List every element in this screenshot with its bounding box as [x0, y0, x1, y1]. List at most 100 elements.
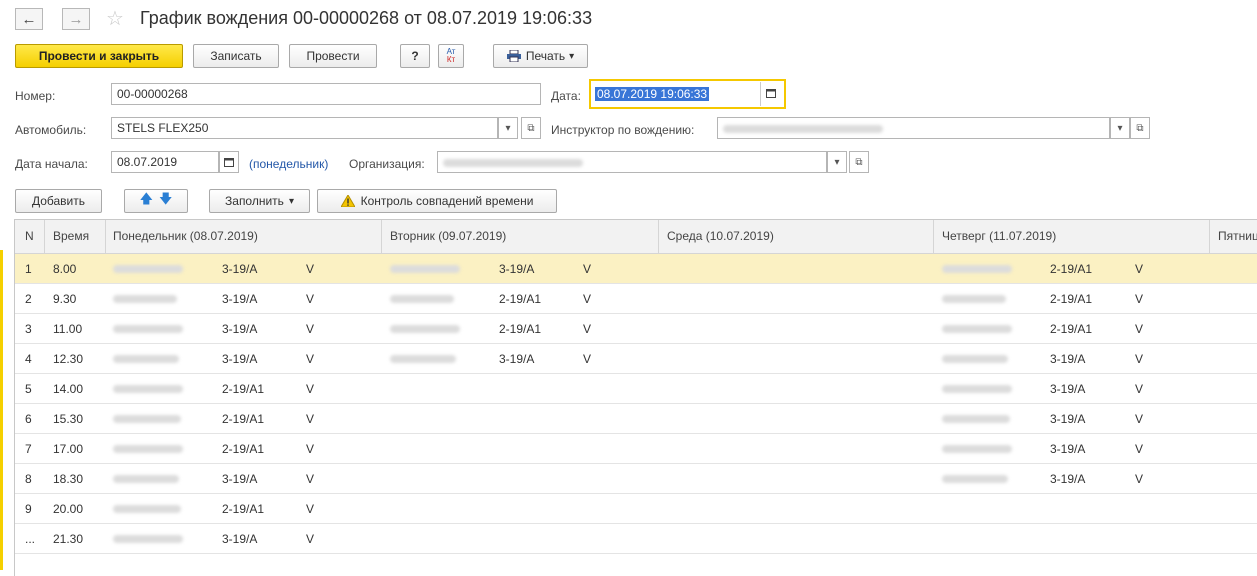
tuesday-category-cell[interactable]: 2-19/A1 — [499, 292, 541, 306]
thursday-mark-cell[interactable]: V — [1135, 352, 1143, 366]
save-button[interactable]: Записать — [193, 44, 279, 68]
table-row[interactable]: 6 15.30 2-19/A1 V 3-19/A V — [15, 404, 1257, 434]
forward-button[interactable]: → — [62, 8, 90, 30]
print-button[interactable]: Печать ▾ — [493, 44, 588, 68]
monday-mark-cell[interactable]: V — [306, 502, 314, 516]
time-cell[interactable]: 11.00 — [53, 322, 82, 336]
car-dropdown-button[interactable]: ▾ — [498, 117, 518, 139]
dt-kt-button[interactable]: Ат Кт — [438, 44, 464, 68]
thursday-mark-cell[interactable]: V — [1135, 292, 1143, 306]
row-number-cell[interactable]: 4 — [25, 352, 32, 366]
monday-category-cell[interactable]: 2-19/A1 — [222, 442, 264, 456]
monday-mark-cell[interactable]: V — [306, 322, 314, 336]
tuesday-mark-cell[interactable]: V — [583, 322, 591, 336]
table-row[interactable]: ... 21.30 3-19/A V — [15, 524, 1257, 554]
time-cell[interactable]: 18.30 — [53, 472, 83, 486]
monday-mark-cell[interactable]: V — [306, 292, 314, 306]
monday-mark-cell[interactable]: V — [306, 352, 314, 366]
row-number-cell[interactable]: 6 — [25, 412, 32, 426]
thursday-category-cell[interactable]: 3-19/A — [1050, 382, 1085, 396]
col-monday[interactable]: Понедельник (08.07.2019) — [113, 229, 258, 243]
car-field[interactable]: STELS FLEX250 — [111, 117, 498, 139]
post-button[interactable]: Провести — [289, 44, 377, 68]
tuesday-mark-cell[interactable]: V — [583, 262, 591, 276]
col-time[interactable]: Время — [53, 229, 89, 243]
calendar-icon[interactable] — [766, 87, 776, 101]
row-number-cell[interactable]: 8 — [25, 472, 32, 486]
tuesday-category-cell[interactable]: 2-19/A1 — [499, 322, 541, 336]
col-wednesday[interactable]: Среда (10.07.2019) — [667, 229, 774, 243]
tuesday-category-cell[interactable]: 3-19/A — [499, 352, 534, 366]
col-n[interactable]: N — [25, 229, 34, 243]
car-open-button[interactable]: ⧉ — [521, 117, 541, 139]
monday-category-cell[interactable]: 3-19/A — [222, 322, 257, 336]
thursday-category-cell[interactable]: 3-19/A — [1050, 442, 1085, 456]
monday-category-cell[interactable]: 3-19/A — [222, 472, 257, 486]
organization-open-button[interactable]: ⧉ — [849, 151, 869, 173]
help-button[interactable]: ? — [400, 44, 430, 68]
time-cell[interactable]: 15.30 — [53, 412, 83, 426]
thursday-category-cell[interactable]: 2-19/A1 — [1050, 262, 1092, 276]
organization-field[interactable] — [437, 151, 827, 173]
monday-mark-cell[interactable]: V — [306, 532, 314, 546]
arrow-up-icon[interactable]: 🡅 — [140, 190, 153, 212]
time-cell[interactable]: 21.30 — [53, 532, 83, 546]
time-cell[interactable]: 20.00 — [53, 502, 83, 516]
thursday-category-cell[interactable]: 2-19/A1 — [1050, 322, 1092, 336]
monday-mark-cell[interactable]: V — [306, 382, 314, 396]
add-row-button[interactable]: Добавить — [15, 189, 102, 213]
time-overlap-check-button[interactable]: Контроль совпадений времени — [317, 189, 557, 213]
table-row[interactable]: 2 9.30 3-19/A V 2-19/A1 V 2-19/A1 V — [15, 284, 1257, 314]
monday-mark-cell[interactable]: V — [306, 412, 314, 426]
back-button[interactable]: ← — [15, 8, 43, 30]
thursday-category-cell[interactable]: 3-19/A — [1050, 352, 1085, 366]
arrow-down-icon[interactable]: 🡇 — [159, 190, 172, 212]
tuesday-mark-cell[interactable]: V — [583, 352, 591, 366]
table-row[interactable]: 8 18.30 3-19/A V 3-19/A V — [15, 464, 1257, 494]
weekday-link[interactable]: (понедельник) — [249, 157, 328, 171]
col-friday[interactable]: Пятниц — [1218, 229, 1257, 243]
monday-category-cell[interactable]: 3-19/A — [222, 292, 257, 306]
start-date-calendar-button[interactable] — [219, 151, 239, 173]
row-number-cell[interactable]: 5 — [25, 382, 32, 396]
monday-category-cell[interactable]: 3-19/A — [222, 532, 257, 546]
tuesday-mark-cell[interactable]: V — [583, 292, 591, 306]
date-field[interactable]: 08.07.2019 19:06:33 — [589, 79, 786, 109]
thursday-mark-cell[interactable]: V — [1135, 472, 1143, 486]
monday-category-cell[interactable]: 2-19/A1 — [222, 502, 264, 516]
time-cell[interactable]: 14.00 — [53, 382, 83, 396]
instructor-open-button[interactable]: ⧉ — [1130, 117, 1150, 139]
table-row[interactable]: 7 17.00 2-19/A1 V 3-19/A V — [15, 434, 1257, 464]
fill-button[interactable]: Заполнить ▾ — [209, 189, 310, 213]
number-field[interactable]: 00-00000268 — [111, 83, 541, 105]
monday-mark-cell[interactable]: V — [306, 262, 314, 276]
monday-mark-cell[interactable]: V — [306, 472, 314, 486]
col-tuesday[interactable]: Вторник (09.07.2019) — [390, 229, 506, 243]
thursday-mark-cell[interactable]: V — [1135, 412, 1143, 426]
row-number-cell[interactable]: ... — [25, 532, 35, 546]
time-cell[interactable]: 9.30 — [53, 292, 76, 306]
thursday-mark-cell[interactable]: V — [1135, 322, 1143, 336]
table-row[interactable]: 1 8.00 3-19/A V 3-19/A V 2-19/A1 V — [15, 254, 1257, 284]
monday-mark-cell[interactable]: V — [306, 442, 314, 456]
row-number-cell[interactable]: 2 — [25, 292, 32, 306]
favorite-star-icon[interactable]: ☆ — [106, 6, 124, 31]
row-number-cell[interactable]: 9 — [25, 502, 32, 516]
instructor-dropdown-button[interactable]: ▾ — [1110, 117, 1130, 139]
monday-category-cell[interactable]: 3-19/A — [222, 262, 257, 276]
table-row[interactable]: 3 11.00 3-19/A V 2-19/A1 V 2-19/A1 V — [15, 314, 1257, 344]
monday-category-cell[interactable]: 3-19/A — [222, 352, 257, 366]
monday-category-cell[interactable]: 2-19/A1 — [222, 382, 264, 396]
thursday-category-cell[interactable]: 2-19/A1 — [1050, 292, 1092, 306]
table-row[interactable]: 4 12.30 3-19/A V 3-19/A V 3-19/A V — [15, 344, 1257, 374]
thursday-mark-cell[interactable]: V — [1135, 262, 1143, 276]
row-number-cell[interactable]: 3 — [25, 322, 32, 336]
time-cell[interactable]: 12.30 — [53, 352, 83, 366]
thursday-category-cell[interactable]: 3-19/A — [1050, 412, 1085, 426]
thursday-category-cell[interactable]: 3-19/A — [1050, 472, 1085, 486]
post-and-close-button[interactable]: Провести и закрыть — [15, 44, 183, 68]
time-cell[interactable]: 8.00 — [53, 262, 76, 276]
table-row[interactable]: 9 20.00 2-19/A1 V — [15, 494, 1257, 524]
col-thursday[interactable]: Четверг (11.07.2019) — [942, 229, 1056, 243]
thursday-mark-cell[interactable]: V — [1135, 382, 1143, 396]
